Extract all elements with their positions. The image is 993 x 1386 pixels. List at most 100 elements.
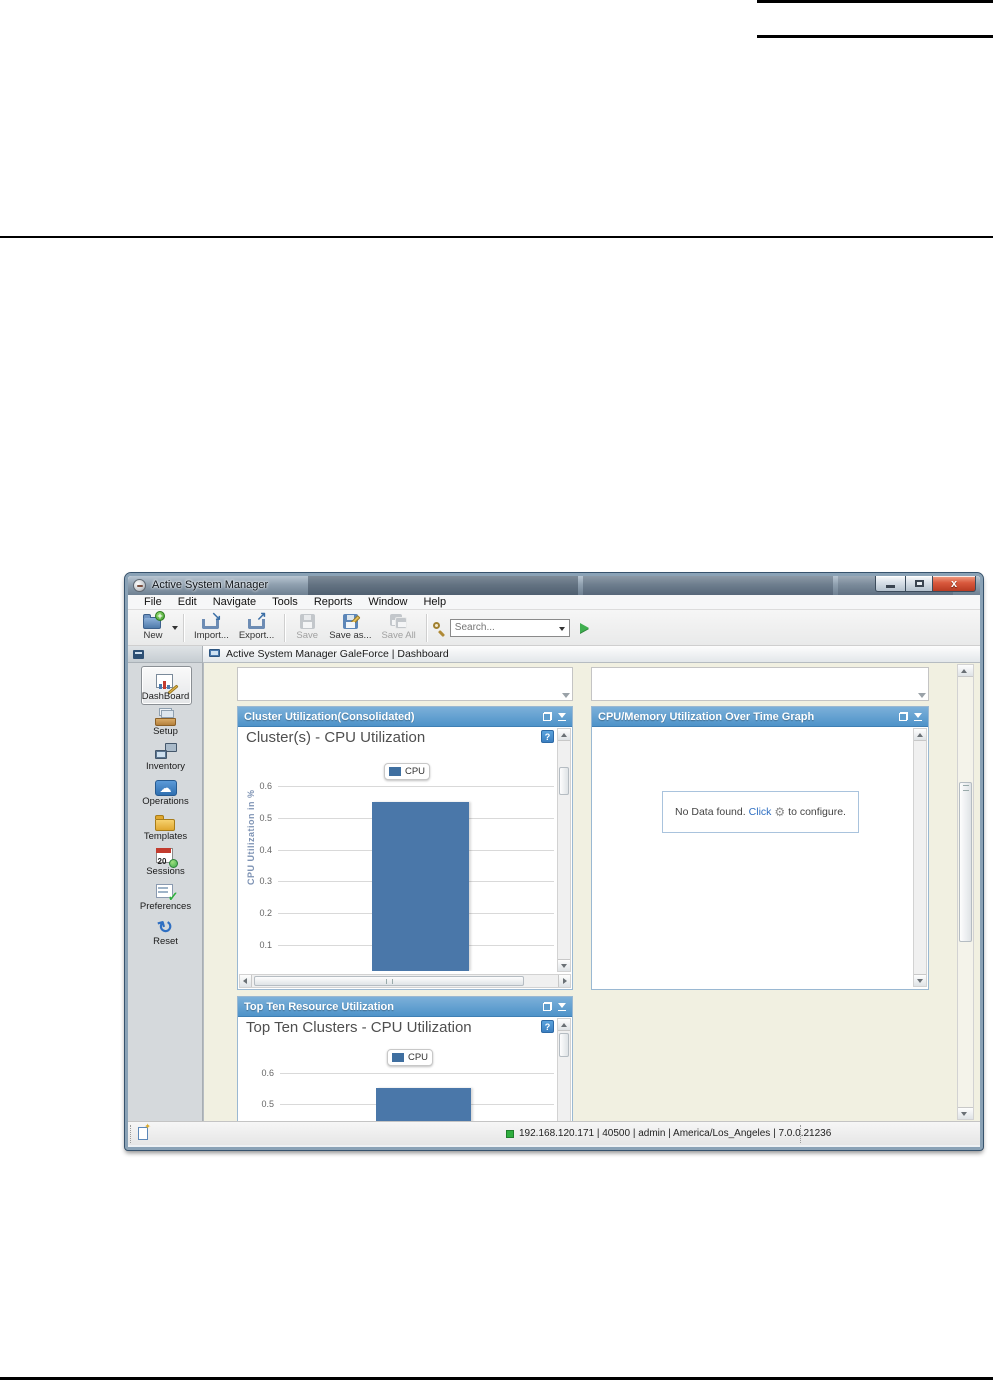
menu-help[interactable]: Help	[415, 596, 454, 608]
menu-tools[interactable]: Tools	[264, 596, 306, 608]
scroll-left-icon[interactable]	[240, 975, 252, 987]
cpu-utilization-bar	[376, 1088, 471, 1121]
panel-header[interactable]: Top Ten Resource Utilization	[238, 997, 572, 1017]
perspective-strip	[128, 646, 203, 663]
panel-vertical-scrollbar[interactable]	[913, 728, 927, 987]
restore-panel-icon[interactable]	[543, 1002, 552, 1011]
section-divider-rule	[0, 236, 993, 238]
menu-file[interactable]: File	[136, 596, 170, 608]
dashboard-tab[interactable]: Active System Manager GaleForce | Dashbo…	[226, 648, 449, 660]
run-search-icon[interactable]	[579, 622, 589, 633]
scroll-up-icon[interactable]	[558, 729, 570, 741]
sidebar-item-sessions[interactable]: 20 Sessions	[128, 844, 203, 879]
scroll-down-icon[interactable]	[562, 693, 570, 698]
panel-vertical-scrollbar[interactable]	[557, 1018, 571, 1121]
sidebar: DashBoard Setup Inventory Operations Tem…	[128, 663, 203, 1121]
y-tick-label: 0.1	[259, 940, 272, 950]
scrollbar-thumb[interactable]	[959, 782, 972, 942]
titlebar-texture	[583, 576, 833, 595]
scrollbar-thumb[interactable]	[559, 1033, 569, 1057]
y-tick-label: 0.4	[259, 845, 272, 855]
export-button[interactable]: ↗ Export...	[234, 610, 279, 644]
header-rule-bottom	[757, 35, 993, 38]
dashboard-icon	[155, 674, 179, 695]
scroll-up-icon[interactable]	[914, 729, 926, 741]
sidebar-item-dashboard[interactable]: DashBoard	[128, 666, 203, 705]
sidebar-item-operations[interactable]: Operations	[128, 774, 203, 809]
app-window: Active System Manager x File Edit Naviga…	[124, 572, 984, 1151]
new-dropdown-caret[interactable]	[172, 625, 178, 630]
cpu-utilization-bar	[372, 802, 469, 971]
scrolled-panel-right	[591, 667, 929, 701]
new-button[interactable]: + New	[136, 611, 170, 644]
collapse-panel-icon[interactable]	[913, 712, 922, 721]
save-all-button: Save All	[376, 611, 420, 644]
collapse-panel-icon[interactable]	[557, 712, 566, 721]
window-title: Active System Manager	[152, 579, 269, 591]
scroll-up-icon[interactable]	[958, 665, 973, 677]
panel-header[interactable]: CPU/Memory Utilization Over Time Graph	[592, 707, 928, 727]
inventory-icon	[154, 743, 177, 761]
minimize-button[interactable]	[875, 576, 905, 592]
help-button[interactable]: ?	[541, 730, 554, 743]
import-button[interactable]: ↘ Import...	[189, 610, 234, 644]
panel-header[interactable]: Cluster Utilization(Consolidated)	[238, 707, 572, 727]
connected-status-icon	[506, 1129, 514, 1138]
panel-cpu-memory: CPU/Memory Utilization Over Time Graph N…	[591, 706, 929, 990]
new-folder-icon: +	[143, 611, 165, 629]
sidebar-item-inventory[interactable]: Inventory	[128, 739, 203, 774]
toolbar-separator	[425, 613, 427, 642]
sidebar-item-reset[interactable]: Reset	[128, 914, 203, 949]
sidebar-item-setup[interactable]: Setup	[128, 704, 203, 739]
menu-reports[interactable]: Reports	[306, 596, 361, 608]
scroll-down-icon[interactable]	[918, 693, 926, 698]
help-button[interactable]: ?	[541, 1020, 554, 1033]
menubar: File Edit Navigate Tools Reports Window …	[128, 595, 980, 610]
close-button[interactable]: x	[932, 576, 976, 592]
collapse-panel-icon[interactable]	[557, 1002, 566, 1011]
scroll-down-icon[interactable]	[558, 959, 570, 971]
scrollbar-thumb[interactable]	[559, 767, 569, 795]
restore-panel-icon[interactable]	[899, 712, 908, 721]
scrollbar-thumb[interactable]	[254, 976, 524, 986]
chart-plot	[280, 1059, 554, 1121]
menu-edit[interactable]: Edit	[170, 596, 205, 608]
menu-navigate[interactable]: Navigate	[205, 596, 264, 608]
panel-vertical-scrollbar[interactable]	[557, 728, 571, 972]
scroll-up-icon[interactable]	[558, 1019, 570, 1031]
templates-folder-icon	[155, 815, 176, 831]
restore-panel-icon[interactable]	[543, 712, 552, 721]
perspective-icon[interactable]	[133, 650, 144, 659]
dashboard-content: Cluster Utilization(Consolidated) Cluste…	[203, 663, 980, 1121]
maximize-icon	[914, 580, 924, 587]
statusbar: 192.168.120.171 | 40500 | admin | Americ…	[128, 1121, 980, 1145]
reset-icon	[156, 916, 175, 937]
scroll-down-icon[interactable]	[914, 974, 926, 986]
statusbar-separator	[800, 1125, 801, 1143]
header-rule-top	[757, 0, 993, 3]
maximize-button[interactable]	[905, 576, 932, 592]
search-dropdown-caret[interactable]	[558, 626, 565, 631]
chart-legend: CPU	[387, 1049, 433, 1066]
export-icon: ↗	[247, 610, 267, 629]
titlebar[interactable]: Active System Manager x	[128, 576, 980, 595]
panel-horizontal-scrollbar[interactable]	[239, 974, 571, 988]
gear-icon[interactable]: ⚙	[774, 806, 785, 818]
preferences-icon: ✓	[155, 884, 179, 904]
menu-window[interactable]: Window	[360, 596, 415, 608]
sidebar-item-templates[interactable]: Templates	[128, 809, 203, 844]
save-as-button[interactable]: Save as...	[324, 611, 376, 644]
y-axis-ticks: 0.6 0.5 0.4 0.3 0.2 0.1	[250, 761, 276, 971]
panel-cluster-utilization: Cluster Utilization(Consolidated) Cluste…	[237, 706, 573, 990]
search-input[interactable]	[450, 620, 551, 635]
document-page: Active System Manager x File Edit Naviga…	[0, 0, 993, 1386]
statusbar-grip	[130, 1125, 133, 1143]
search-scope-icon[interactable]	[432, 621, 446, 637]
configure-link[interactable]: Click	[749, 806, 772, 818]
minimize-icon	[886, 585, 895, 588]
new-view-icon[interactable]	[138, 1122, 151, 1140]
content-vertical-scrollbar[interactable]	[957, 664, 974, 1120]
scroll-right-icon[interactable]	[558, 975, 570, 987]
scroll-down-icon[interactable]	[958, 1107, 973, 1119]
sidebar-item-preferences[interactable]: ✓ Preferences	[128, 879, 203, 914]
